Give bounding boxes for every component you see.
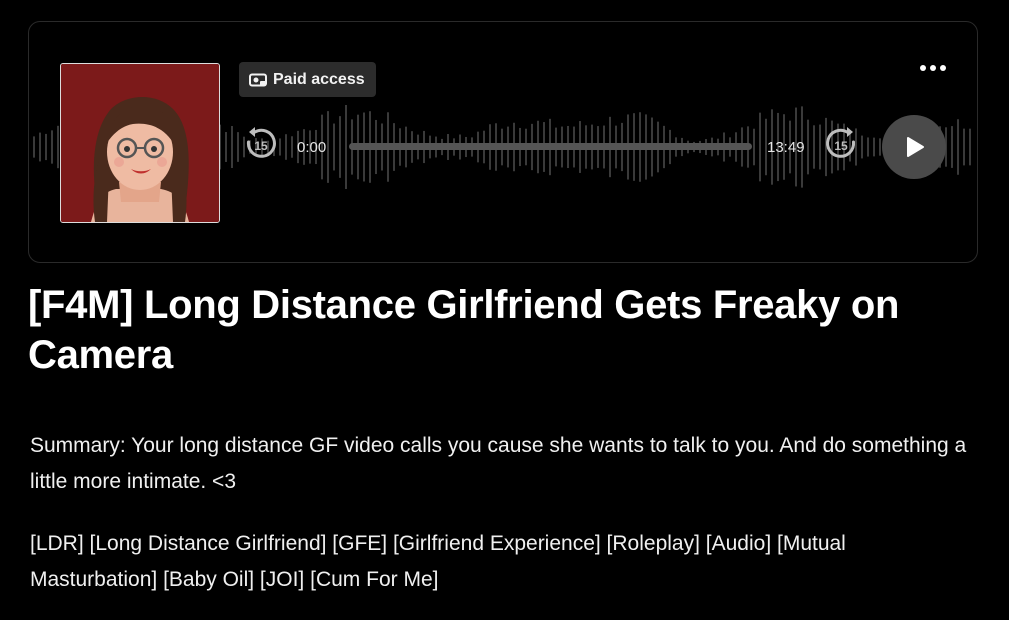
waveform-bar: [339, 116, 341, 178]
waveform-bar: [957, 119, 959, 175]
post-title: [F4M] Long Distance Girlfriend Gets Frea…: [28, 283, 900, 377]
waveform-bar: [861, 135, 863, 159]
play-icon: [907, 137, 924, 157]
waveform-bar: [225, 132, 227, 162]
current-time: 0:00: [297, 139, 327, 156]
total-time: 13:49: [767, 139, 805, 156]
waveform-bar: [333, 123, 335, 171]
cover-art: [60, 63, 220, 223]
waveform-bar: [819, 124, 821, 170]
post-summary: Summary: Your long distance GF video cal…: [30, 434, 967, 493]
paid-access-icon: [249, 73, 267, 86]
post-tags: [LDR] [Long Distance Girlfriend] [GFE] […: [30, 532, 846, 591]
audio-player: Paid access 15 0:00 13:49 15: [28, 21, 978, 263]
avatar-illustration: [61, 64, 219, 222]
paid-access-label: Paid access: [273, 70, 365, 88]
waveform-bar: [867, 137, 869, 157]
skip-back-button[interactable]: 15: [243, 126, 279, 162]
waveform-bar: [231, 126, 233, 168]
more-options-button[interactable]: [913, 58, 953, 78]
skip-back-seconds: 15: [254, 139, 268, 153]
waveform-bar: [33, 136, 35, 158]
waveform-bar: [291, 136, 293, 158]
waveform-bar: [759, 112, 761, 182]
skip-back-15-icon: 15: [246, 127, 276, 158]
play-button[interactable]: [882, 115, 946, 179]
waveform-bar: [279, 138, 281, 156]
waveform-bar: [813, 125, 815, 169]
waveform-bar: [753, 128, 755, 166]
waveform-bar: [39, 132, 41, 162]
waveform-bar: [57, 125, 59, 169]
waveform-bar: [873, 137, 875, 157]
skip-forward-seconds: 15: [834, 139, 848, 153]
paid-access-badge: Paid access: [239, 62, 376, 97]
waveform-bar: [285, 134, 287, 160]
waveform-bar: [237, 132, 239, 162]
waveform-bar: [45, 133, 47, 161]
waveform-bar: [879, 138, 881, 156]
waveform-bar: [807, 119, 809, 175]
waveform-bar: [51, 130, 53, 164]
waveform-bar: [327, 111, 329, 183]
progress-bar[interactable]: [349, 143, 752, 150]
waveform-bar: [345, 104, 347, 190]
waveform-bar: [969, 128, 971, 166]
waveform-bar: [951, 126, 953, 168]
more-options-icon: [920, 65, 926, 71]
waveform-bar: [963, 128, 965, 166]
skip-forward-button[interactable]: 15: [823, 126, 859, 162]
skip-forward-15-icon: 15: [826, 127, 856, 158]
